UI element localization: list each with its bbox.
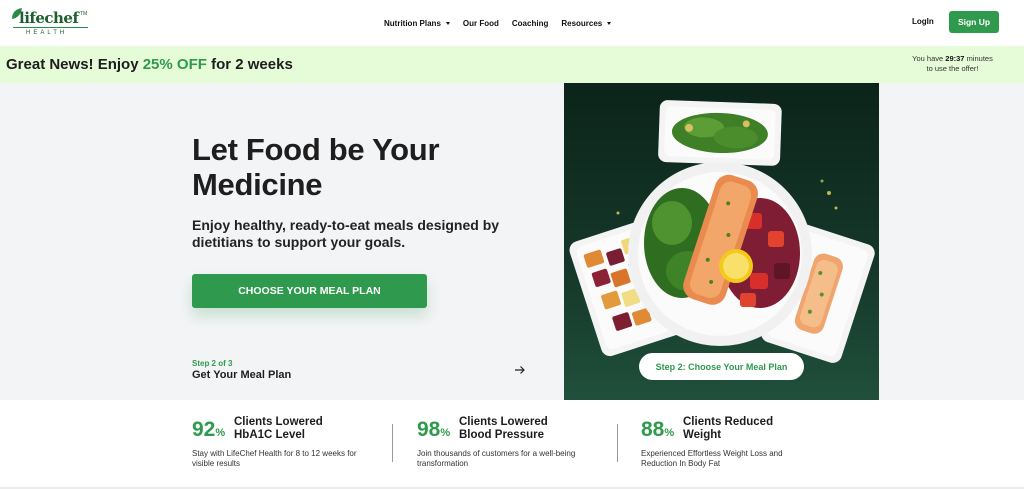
nav-item-coaching[interactable]: Coaching xyxy=(512,19,548,28)
stat-label-line1: Clients Lowered xyxy=(234,416,323,428)
choose-meal-plan-button[interactable]: CHOOSE YOUR MEAL PLAN xyxy=(192,274,427,308)
stat-value: 88 xyxy=(641,418,665,441)
offer-timer: You have 29:37 minutes to use the offer! xyxy=(896,54,1009,74)
hero-subtitle: Enjoy healthy, ready-to-eat meals design… xyxy=(192,217,500,250)
stat-divider xyxy=(392,424,393,462)
stat-value: 98 xyxy=(417,418,441,441)
stat-label-line2: Weight xyxy=(683,429,722,441)
nav-item-label: Resources xyxy=(561,18,603,28)
nav-item-label: Nutrition Plans xyxy=(384,18,441,28)
stat-label-line2: HbA1C Level xyxy=(234,429,305,441)
greens-tray xyxy=(658,100,782,166)
stat-label-line1: Clients Reduced xyxy=(683,416,774,428)
stat-label: Clients Lowered HbA1C Level xyxy=(234,416,323,442)
stat-percent: % xyxy=(664,427,675,439)
top-nav: lifechef TM HEALTH Nutrition Plans Our F… xyxy=(0,0,1024,46)
arrow-right-icon[interactable] xyxy=(514,365,526,375)
promo-headline: Great News! Enjoy 25% OFF for 2 weeks xyxy=(6,56,293,73)
logo-subtitle: HEALTH xyxy=(26,30,68,36)
main-plate xyxy=(628,162,812,346)
logo-rule xyxy=(13,27,88,28)
logo-wordmark: lifechef xyxy=(19,9,79,27)
nav-item-label: Our Food xyxy=(462,18,499,28)
stat-divider xyxy=(617,424,618,462)
hero-right-background xyxy=(879,83,1024,400)
stat-percent: % xyxy=(215,427,226,439)
stat-description: Join thousands of customers for a well-b… xyxy=(417,449,576,468)
timer-value: 29:37 xyxy=(945,54,965,63)
stat-percent: % xyxy=(440,427,451,439)
login-link[interactable]: LogIn xyxy=(912,17,934,26)
timer-prefix: You have xyxy=(912,54,944,63)
stat-hba1c: 92% Clients Lowered HbA1C Level Stay wit… xyxy=(192,416,392,476)
timer-line2: to use the offer! xyxy=(926,64,979,73)
chevron-down-icon xyxy=(607,21,612,25)
hero-title: Let Food be Your Medicine xyxy=(192,132,440,202)
promo-suffix: for 2 weeks xyxy=(211,56,293,73)
promo-prefix: Great News! Enjoy xyxy=(6,56,139,73)
stat-number: 88% xyxy=(641,418,674,442)
stat-label-line1: Clients Lowered xyxy=(459,416,548,428)
nav-item-resources[interactable]: Resources xyxy=(561,18,612,28)
step-counter: Step 2 of 3 xyxy=(192,359,233,368)
stat-description: Experienced Effortless Weight Loss and R… xyxy=(641,449,783,468)
chevron-down-icon xyxy=(445,21,450,25)
stat-number: 92% xyxy=(192,418,225,442)
stat-label-line2: Blood Pressure xyxy=(459,429,544,441)
nav-item-our-food[interactable]: Our Food xyxy=(463,19,499,28)
step-title: Get Your Meal Plan xyxy=(192,369,292,381)
signup-button[interactable]: Sign Up xyxy=(949,11,999,33)
promo-banner: Great News! Enjoy 25% OFF for 2 weeks Yo… xyxy=(0,46,1024,83)
step-pill-button[interactable]: Step 2: Choose Your Meal Plan xyxy=(639,353,804,380)
stat-label: Clients Lowered Blood Pressure xyxy=(459,416,548,442)
stat-weight: 88% Clients Reduced Weight Experienced E… xyxy=(641,416,841,476)
nav-item-nutrition-plans[interactable]: Nutrition Plans xyxy=(384,19,450,28)
timer-suffix: minutes xyxy=(966,54,993,63)
stat-label: Clients Reduced Weight xyxy=(683,416,773,442)
logo-trademark: TM xyxy=(80,11,88,17)
promo-discount: 25% OFF xyxy=(142,56,207,73)
lifechef-logo[interactable]: lifechef TM HEALTH xyxy=(10,7,88,39)
stat-blood-pressure: 98% Clients Lowered Blood Pressure Join … xyxy=(417,416,617,476)
stat-description: Stay with LifeChef Health for 8 to 12 we… xyxy=(192,449,357,468)
nav-item-label: Coaching xyxy=(511,18,549,28)
stat-number: 98% xyxy=(417,418,450,442)
stat-value: 92 xyxy=(192,418,216,441)
nav-links: Nutrition Plans Our Food Coaching Resour… xyxy=(384,17,624,29)
